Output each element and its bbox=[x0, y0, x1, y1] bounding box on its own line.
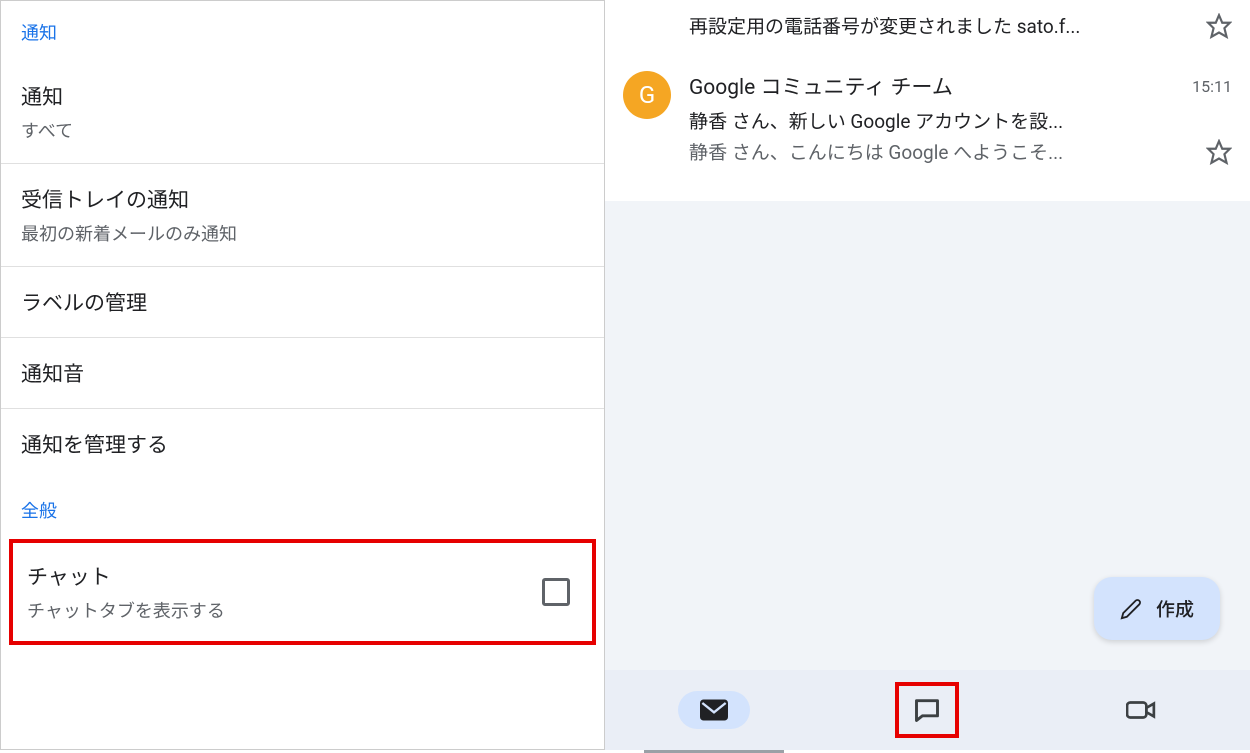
sender-avatar[interactable]: G bbox=[623, 71, 671, 119]
settings-item-notification-sound[interactable]: 通知音 bbox=[1, 338, 604, 409]
settings-panel: 通知 通知 すべて 受信トレイの通知 最初の新着メールのみ通知 ラベルの管理 通… bbox=[0, 0, 605, 750]
chat-icon bbox=[913, 696, 941, 724]
settings-item-subtitle: 最初の新着メールのみ通知 bbox=[21, 220, 584, 246]
email-time: 15:11 bbox=[1192, 77, 1232, 96]
video-icon bbox=[1126, 699, 1156, 721]
email-content: Google コミュニティ チーム 15:11 静香 さん、新しい Google… bbox=[689, 71, 1232, 165]
settings-item-title: 通知を管理する bbox=[21, 429, 584, 459]
nav-item-mail[interactable] bbox=[678, 691, 750, 729]
email-list: 再設定用の電話番号が変更されました sato.f... G Google コミュ… bbox=[605, 0, 1250, 201]
pencil-icon bbox=[1120, 598, 1142, 620]
settings-item-chat[interactable]: チャット チャットタブを表示する bbox=[9, 539, 596, 645]
inbox-panel: 再設定用の電話番号が変更されました sato.f... G Google コミュ… bbox=[605, 0, 1250, 750]
settings-item-title: チャット bbox=[27, 561, 542, 591]
settings-item-title: 通知音 bbox=[21, 358, 584, 388]
settings-item-notifications[interactable]: 通知 すべて bbox=[1, 61, 604, 164]
notifications-section-header: 通知 bbox=[1, 1, 604, 61]
settings-item-label-management[interactable]: ラベルの管理 bbox=[1, 267, 604, 338]
settings-item-subtitle: チャットタブを表示する bbox=[27, 597, 542, 623]
email-preview: 再設定用の電話番号が変更されました sato.f... bbox=[689, 12, 1196, 39]
chat-checkbox[interactable] bbox=[542, 578, 570, 606]
settings-item-title: 通知 bbox=[21, 81, 584, 111]
compose-label: 作成 bbox=[1156, 595, 1194, 622]
email-content: 再設定用の電話番号が変更されました sato.f... bbox=[689, 12, 1232, 39]
star-outline-icon[interactable] bbox=[1206, 13, 1232, 39]
settings-item-title: 受信トレイの通知 bbox=[21, 184, 584, 214]
email-sender: Google コミュニティ チーム bbox=[689, 71, 953, 101]
settings-item-inbox-notifications[interactable]: 受信トレイの通知 最初の新着メールのみ通知 bbox=[1, 164, 604, 267]
general-section-header: 全般 bbox=[1, 479, 604, 539]
email-preview: 静香 さん、こんにちは Google へようこそ... bbox=[689, 138, 1196, 165]
settings-item-manage-notifications[interactable]: 通知を管理する bbox=[1, 409, 604, 479]
email-row[interactable]: G Google コミュニティ チーム 15:11 静香 さん、新しい Goog… bbox=[605, 55, 1250, 181]
nav-item-video[interactable] bbox=[1104, 691, 1178, 729]
email-subject: 静香 さん、新しい Google アカウントを設... bbox=[689, 107, 1232, 134]
bottom-nav bbox=[605, 670, 1250, 750]
settings-item-title: ラベルの管理 bbox=[21, 287, 584, 317]
mail-icon bbox=[700, 699, 728, 721]
star-outline-icon[interactable] bbox=[1206, 139, 1232, 165]
email-row[interactable]: 再設定用の電話番号が変更されました sato.f... bbox=[605, 0, 1250, 55]
settings-item-subtitle: すべて bbox=[21, 117, 584, 143]
compose-button[interactable]: 作成 bbox=[1094, 577, 1220, 640]
nav-item-chat[interactable] bbox=[895, 682, 959, 738]
